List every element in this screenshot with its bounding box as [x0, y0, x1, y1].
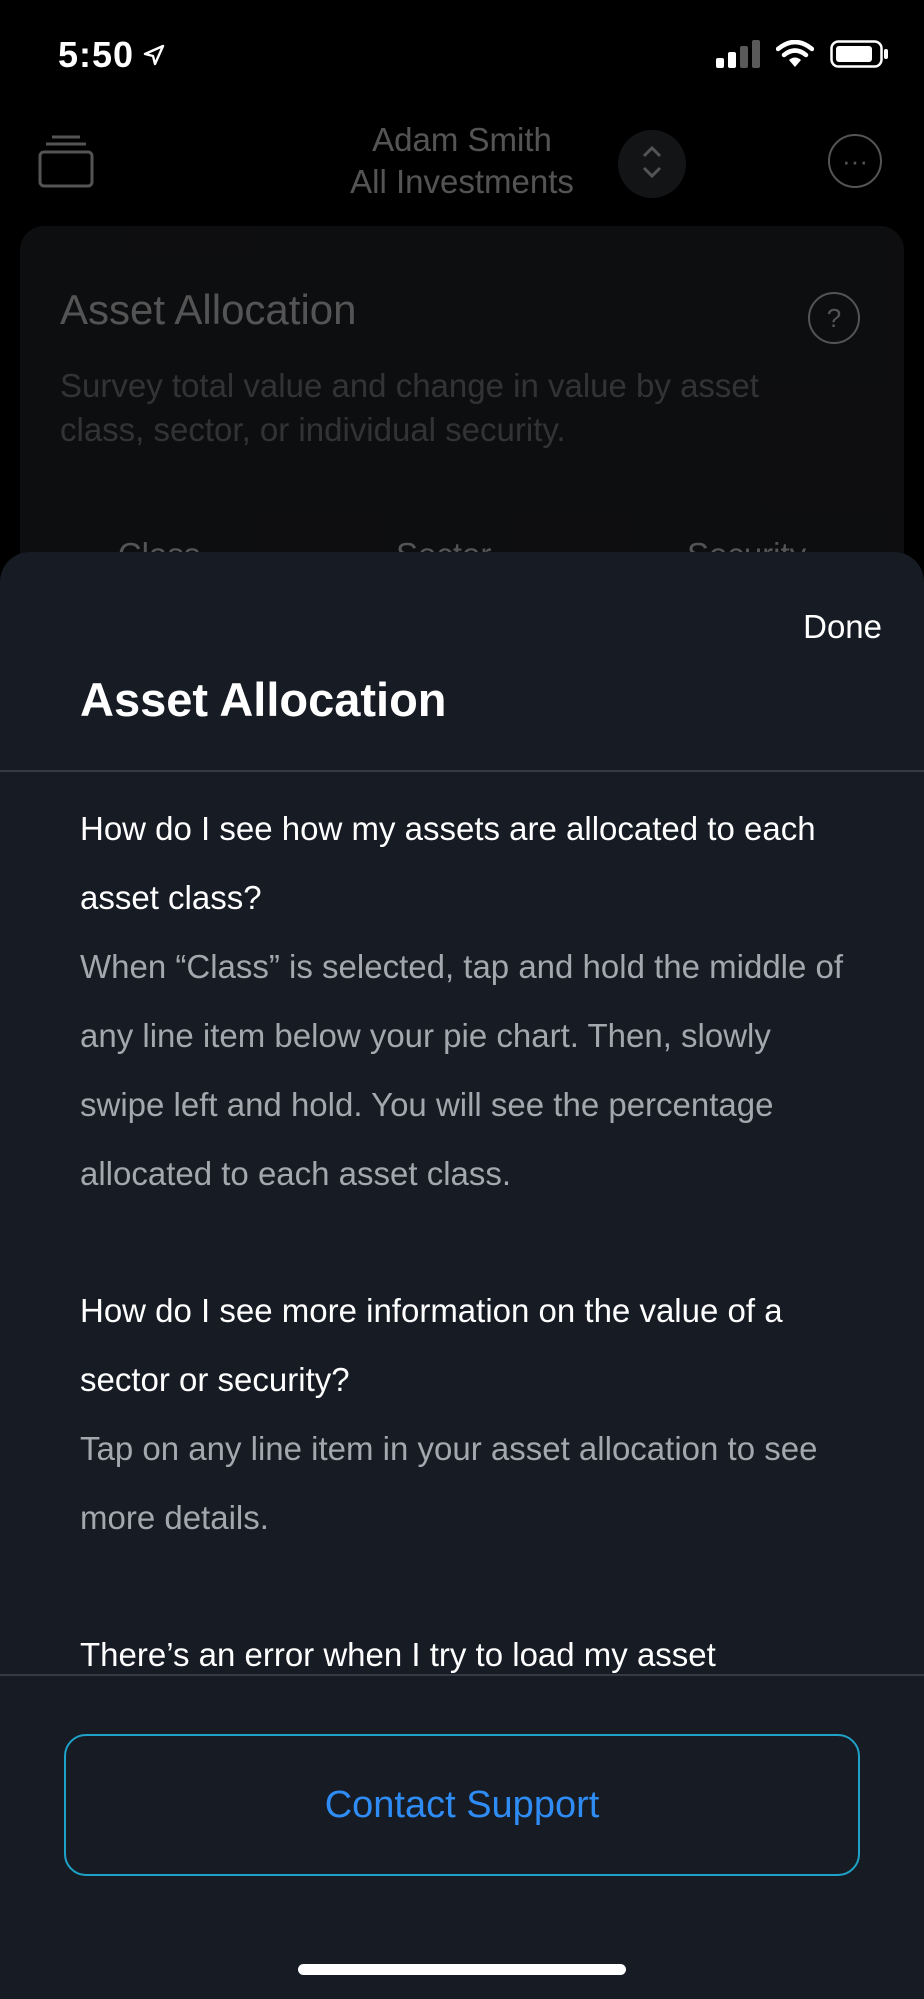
faq-item: How do I see how my assets are allocated… — [80, 794, 854, 1208]
help-icon: ? — [808, 292, 860, 344]
divider — [0, 1674, 924, 1676]
sheet-title: Asset Allocation — [80, 673, 447, 726]
faq-answer: Tap on any line item in your asset alloc… — [80, 1430, 818, 1536]
faq-list: How do I see how my assets are allocated… — [0, 772, 924, 1689]
background-header: Adam Smith All Investments ··· — [0, 110, 924, 220]
card-description: Survey total value and change in value b… — [60, 367, 759, 448]
status-time: 5:50 — [58, 34, 135, 75]
faq-question: There’s an error when I try to load my a… — [80, 1636, 716, 1673]
home-indicator — [298, 1964, 626, 1975]
faq-question: How do I see more information on the val… — [80, 1292, 783, 1398]
cellular-signal-icon — [716, 40, 760, 73]
account-name: Adam Smith — [372, 121, 552, 158]
status-time-group: 5:50 — [58, 34, 166, 76]
help-sheet: Done Asset Allocation How do I see how m… — [0, 552, 924, 1999]
card-title: Asset Allocation — [60, 286, 357, 333]
contact-support-button[interactable]: Contact Support — [64, 1734, 860, 1876]
more-icon: ··· — [828, 134, 882, 188]
battery-icon — [830, 40, 890, 73]
status-bar: 5:50 — [0, 0, 924, 110]
done-button[interactable]: Done — [803, 608, 882, 646]
account-title: Adam Smith All Investments — [0, 120, 924, 204]
faq-scroll-area[interactable]: How do I see how my assets are allocated… — [0, 772, 924, 1794]
chevron-up-down-icon — [640, 142, 664, 187]
status-icons — [716, 39, 890, 73]
wifi-icon — [775, 39, 815, 73]
account-scope: All Investments — [350, 163, 574, 200]
account-switch-button — [618, 130, 686, 198]
faq-item: There’s an error when I try to load my a… — [80, 1620, 854, 1689]
faq-question: How do I see how my assets are allocated… — [80, 810, 816, 916]
faq-item: How do I see more information on the val… — [80, 1276, 854, 1552]
faq-answer: When “Class” is selected, tap and hold t… — [80, 948, 844, 1192]
location-arrow-icon — [142, 34, 166, 76]
